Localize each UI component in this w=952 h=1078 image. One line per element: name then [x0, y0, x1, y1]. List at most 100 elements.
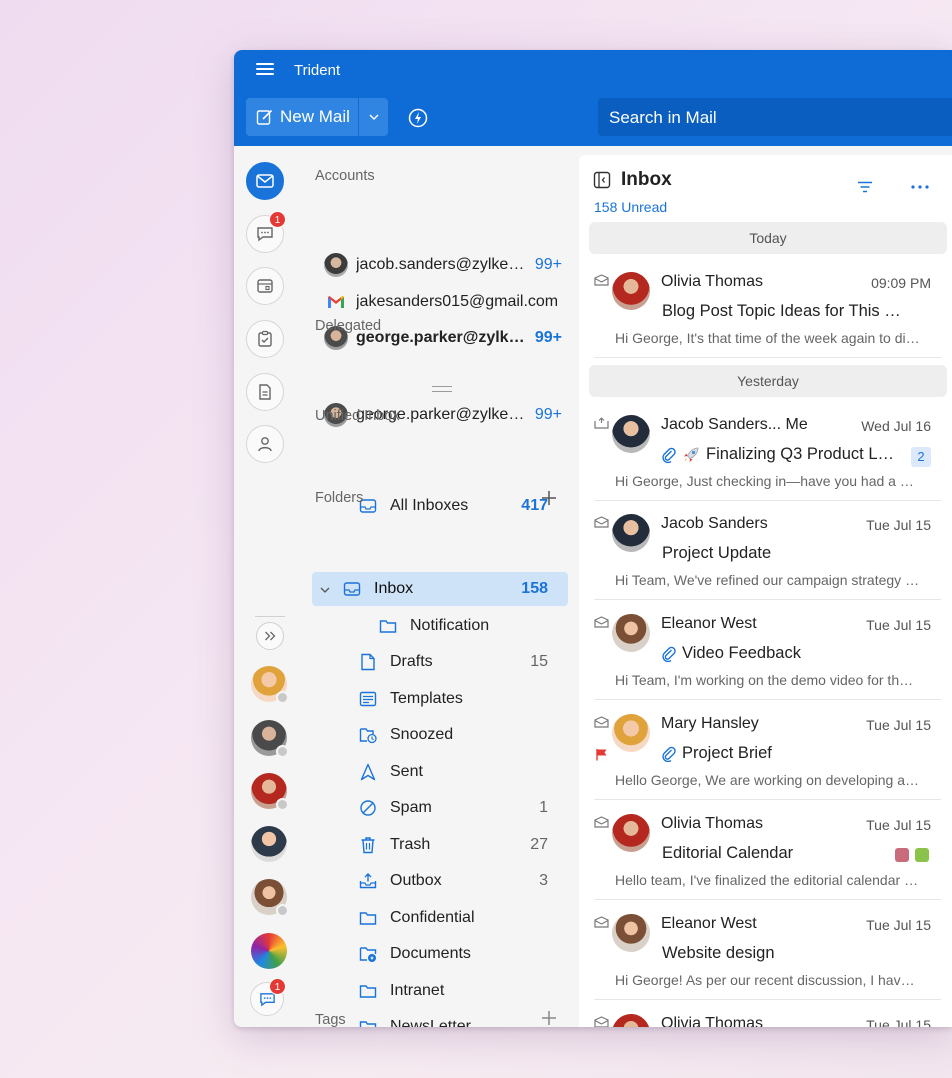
contact-avatar[interactable]: [251, 879, 289, 917]
rail-notes-button[interactable]: [246, 373, 284, 411]
read-envelope-icon[interactable]: [594, 274, 609, 286]
chevron-down-icon: [369, 114, 378, 120]
contact-avatar[interactable]: [251, 666, 289, 704]
folder-notification[interactable]: Notification: [312, 609, 568, 643]
read-envelope-icon[interactable]: [594, 616, 609, 628]
mail-item[interactable]: Olivia Thomas Tue Jul 15: [594, 1002, 941, 1027]
lightning-icon: [408, 108, 428, 128]
folder-name: Sent: [390, 763, 423, 780]
quick-actions-button[interactable]: [407, 107, 429, 129]
mail-preview: Hi Team, We've refined our campaign stra…: [615, 572, 920, 588]
account-name: jakesanders015@gmail.com: [356, 293, 559, 310]
gmail-icon: [324, 290, 348, 314]
mail-date: Tue Jul 15: [866, 817, 931, 833]
folder-name: Intranet: [390, 982, 445, 999]
read-envelope-icon[interactable]: [594, 916, 609, 928]
folder-confidential[interactable]: Confidential: [312, 901, 568, 935]
sender-name: Jacob Sanders... Me: [661, 416, 808, 433]
thread-count-badge[interactable]: 2: [911, 447, 931, 467]
folder-sent[interactable]: Sent: [312, 755, 568, 789]
folder-icon: [378, 616, 398, 636]
rail-contacts-button[interactable]: [246, 425, 284, 463]
mail-item[interactable]: Jacob Sanders Tue Jul 15 Project Update …: [594, 502, 941, 600]
sender-avatar: [612, 514, 650, 552]
add-folder-icon[interactable]: [541, 490, 557, 506]
sender-avatar: [612, 272, 650, 310]
account-item[interactable]: jakesanders015@gmail.com: [324, 287, 562, 317]
read-envelope-icon[interactable]: [594, 716, 609, 728]
add-tag-icon[interactable]: [541, 1010, 557, 1026]
mail-item[interactable]: Olivia Thomas 09:09 PM Blog Post Topic I…: [594, 260, 941, 358]
mail-preview: Hi George, It's that time of the week ag…: [615, 330, 920, 346]
mail-preview: Hello team, I've finalized the editorial…: [615, 872, 920, 888]
app-window: Trident New Mail Search in Mail 1 1 Acco…: [234, 50, 952, 1027]
rail-mail-button[interactable]: [246, 162, 284, 200]
mail-subject: Project Brief: [662, 744, 912, 763]
resize-handle[interactable]: [432, 386, 452, 392]
collapse-pane-icon[interactable]: [593, 171, 611, 189]
draft-icon: [358, 652, 378, 672]
flag-icon[interactable]: [595, 748, 608, 761]
sender-avatar: [612, 814, 650, 852]
mail-subject-text: Finalizing Q3 Product Launch: [706, 445, 897, 463]
read-envelope-icon[interactable]: [594, 516, 609, 528]
replied-envelope-icon[interactable]: [594, 417, 609, 429]
new-mail-button[interactable]: New Mail: [246, 98, 358, 136]
snooze-folder-icon: [358, 725, 378, 745]
person-icon: [258, 437, 272, 452]
calendar-icon: [257, 279, 273, 293]
read-envelope-icon[interactable]: [594, 1016, 609, 1027]
folder-outbox[interactable]: Outbox 3: [312, 864, 568, 898]
folder-name: Outbox: [390, 872, 442, 889]
folder-count: 1: [539, 799, 548, 816]
rail-chat-button[interactable]: 1: [246, 211, 286, 253]
new-mail-dropdown[interactable]: [359, 98, 388, 136]
read-envelope-icon[interactable]: [594, 816, 609, 828]
folder-count: 3: [539, 872, 548, 889]
rail-tasks-button[interactable]: [246, 320, 284, 358]
rail-expand-button[interactable]: [256, 622, 284, 650]
contact-avatar[interactable]: [251, 773, 289, 811]
folder-name: Confidential: [390, 909, 475, 926]
folder-snoozed[interactable]: Snoozed: [312, 718, 568, 752]
contact-avatar[interactable]: [251, 720, 289, 758]
account-item[interactable]: jacob.sanders@zylker.com 99+: [324, 250, 562, 280]
mail-list-pane: Inbox 158 Unread Today Olivia Thomas 09:…: [579, 155, 952, 1027]
mail-subject: Website design: [662, 944, 912, 963]
mail-item[interactable]: Mary Hansley Tue Jul 15 Project Brief He…: [594, 702, 941, 800]
folder-trash[interactable]: Trash 27: [312, 828, 568, 862]
presence-indicator: [276, 904, 289, 917]
sender-avatar: [612, 614, 650, 652]
chevron-down-icon[interactable]: [320, 580, 332, 598]
note-icon: [259, 384, 271, 400]
contact-avatar[interactable]: [251, 826, 287, 862]
folder-documents[interactable]: Documents: [312, 937, 568, 971]
folder-inbox[interactable]: Inbox 158: [312, 572, 568, 606]
mail-item[interactable]: Olivia Thomas Tue Jul 15 Editorial Calen…: [594, 802, 941, 900]
rail-calendar-button[interactable]: [246, 267, 284, 305]
folder-spam[interactable]: Spam 1: [312, 791, 568, 825]
mail-item[interactable]: Eleanor West Tue Jul 15 Video Feedback H…: [594, 602, 941, 700]
account-count: 99+: [534, 329, 562, 346]
mail-subject-text: Website design: [662, 944, 775, 962]
sender-name: Olivia Thomas: [661, 273, 763, 290]
folder-drafts[interactable]: Drafts 15: [312, 645, 568, 679]
folder-templates[interactable]: Templates: [312, 682, 568, 716]
mail-item[interactable]: Jacob Sanders... Me Wed Jul 16 Finalizin…: [594, 403, 941, 501]
folder-newsletter[interactable]: NewsLetter: [312, 1010, 568, 1027]
rail-chat-bottom-button[interactable]: 1: [250, 978, 286, 1016]
mail-item[interactable]: Eleanor West Tue Jul 15 Website design H…: [594, 902, 941, 1000]
chevron-double-right-icon: [265, 631, 276, 641]
sender-name: Mary Hansley: [661, 715, 759, 732]
unread-count[interactable]: 158 Unread: [594, 199, 667, 215]
search-input[interactable]: Search in Mail: [598, 98, 952, 136]
group-avatar[interactable]: [251, 933, 287, 969]
mail-preview: Hi Team, I'm working on the demo video f…: [615, 672, 920, 688]
accounts-heading: Accounts: [315, 168, 375, 184]
mail-subject-text: Project Update: [662, 544, 772, 562]
mail-date: Wed Jul 16: [861, 418, 931, 434]
hamburger-menu-icon[interactable]: [256, 63, 274, 77]
filter-icon[interactable]: [857, 181, 873, 193]
more-options-icon[interactable]: [911, 185, 929, 189]
folder-intranet[interactable]: Intranet: [312, 974, 568, 1008]
